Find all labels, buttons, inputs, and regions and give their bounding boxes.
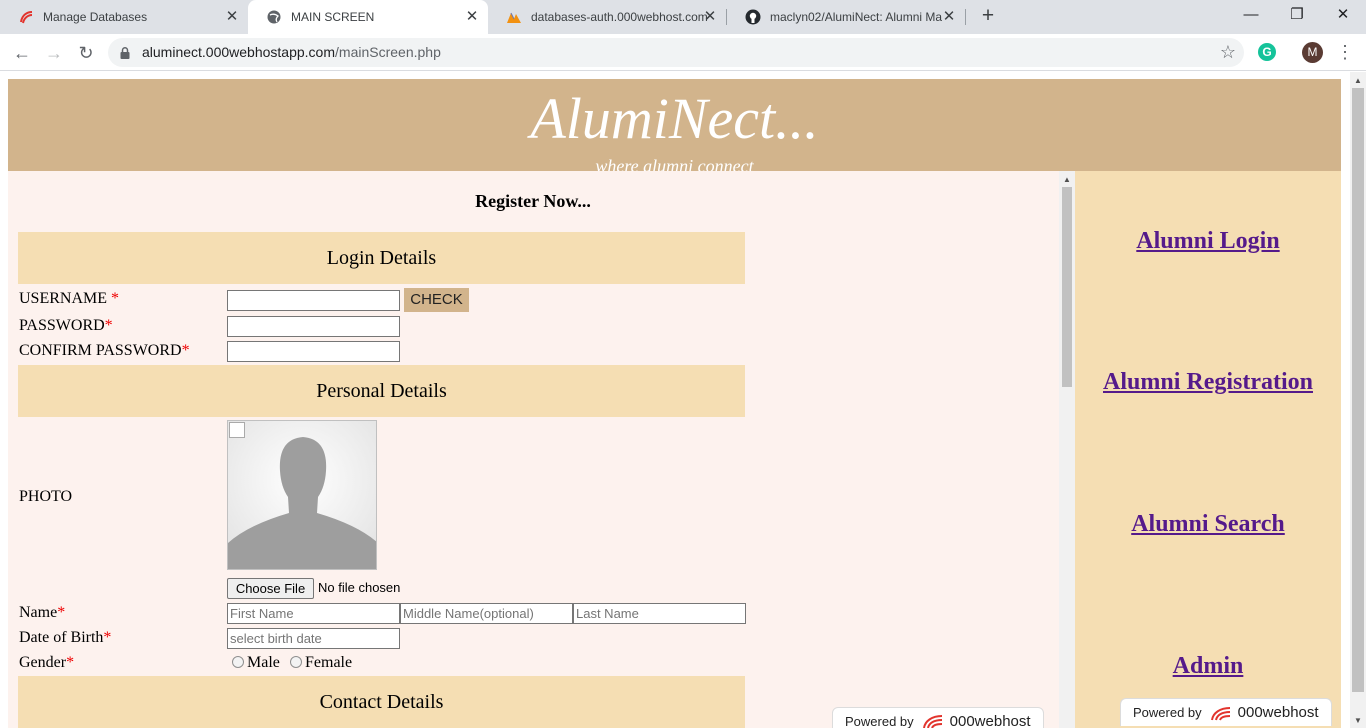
- site-title: AlumiNect...: [530, 86, 819, 151]
- first-name-input[interactable]: First Name: [227, 603, 400, 624]
- close-window-button[interactable]: ✕: [1320, 0, 1366, 30]
- confirm-password-label: CONFIRM PASSWORD*: [19, 342, 190, 359]
- github-icon: [745, 9, 761, 25]
- required-mark: *: [57, 604, 66, 621]
- alumni-registration-link[interactable]: Alumni Registration: [1075, 369, 1341, 396]
- new-tab-button[interactable]: +: [977, 5, 999, 27]
- personal-details-header: Personal Details: [18, 365, 745, 417]
- scroll-thumb[interactable]: [1352, 88, 1364, 692]
- admin-link[interactable]: Admin: [1075, 653, 1341, 680]
- lock-icon: [120, 46, 130, 59]
- reload-button[interactable]: ↻: [73, 40, 99, 66]
- close-tab-icon[interactable]: ✕: [702, 9, 718, 25]
- forward-button[interactable]: →: [41, 40, 67, 66]
- required-mark: *: [66, 654, 75, 671]
- gender-label: Gender*: [19, 654, 75, 671]
- password-label: PASSWORD*: [19, 317, 113, 334]
- tab-phpmyadmin[interactable]: databases-auth.000webhost.com ✕: [488, 0, 726, 34]
- frame-scrollbar[interactable]: ▲: [1059, 171, 1075, 728]
- close-tab-icon[interactable]: ✕: [941, 9, 957, 25]
- url-path: /mainScreen.php: [335, 44, 441, 60]
- dob-label: Date of Birth*: [19, 629, 112, 646]
- tab-title: maclyn02/AlumiNect: Alumni Ma: [770, 10, 942, 24]
- confirm-password-input[interactable]: [227, 341, 400, 362]
- gender-male-radio[interactable]: [232, 656, 244, 668]
- powered-by-badge[interactable]: Powered by 000webhost: [832, 707, 1044, 728]
- register-heading: Register Now...: [475, 191, 591, 211]
- name-label: Name*: [19, 604, 66, 621]
- powered-by-text: Powered by: [1133, 705, 1202, 720]
- required-mark: *: [111, 290, 120, 307]
- required-mark: *: [103, 629, 112, 646]
- scroll-thumb[interactable]: [1062, 187, 1072, 387]
- sidebar-nav: Alumni Login Alumni Registration Alumni …: [1075, 171, 1341, 728]
- browser-menu-icon[interactable]: ⋮: [1336, 41, 1354, 63]
- dob-input[interactable]: select birth date: [227, 628, 400, 649]
- tab-github[interactable]: maclyn02/AlumiNect: Alumni Ma ✕: [727, 0, 965, 34]
- browser-toolbar: ← → ↻ aluminect.000webhostapp.com/mainSc…: [0, 34, 1366, 71]
- username-label: USERNAME *: [19, 290, 120, 307]
- registration-frame: Register Now... Login Details USERNAME *…: [8, 171, 1075, 728]
- powered-by-badge[interactable]: Powered by 000webhost: [1120, 698, 1332, 726]
- tab-manage-databases[interactable]: Manage Databases ✕: [0, 0, 248, 34]
- file-status: No file chosen: [318, 580, 401, 595]
- required-mark: *: [181, 342, 190, 359]
- contact-details-header: Contact Details: [18, 676, 745, 728]
- powered-by-text: Powered by: [845, 713, 914, 728]
- check-username-button[interactable]: CHECK: [404, 288, 469, 312]
- photo-label: PHOTO: [19, 488, 73, 505]
- close-tab-icon[interactable]: ✕: [464, 9, 480, 25]
- middle-name-input[interactable]: Middle Name(optional): [400, 603, 573, 624]
- person-silhouette-icon: [228, 437, 376, 569]
- brand-text: 000webhost: [949, 712, 1031, 728]
- url-text: aluminect.000webhostapp.com/mainScreen.p…: [142, 44, 441, 60]
- password-input[interactable]: [227, 316, 400, 337]
- 000webhost-logo-icon: [1210, 706, 1230, 720]
- bookmark-star-icon[interactable]: ☆: [1220, 42, 1236, 63]
- scroll-up-arrow-icon[interactable]: ▲: [1354, 76, 1362, 85]
- tab-main-screen[interactable]: MAIN SCREEN ✕: [248, 0, 488, 34]
- profile-avatar[interactable]: M: [1302, 42, 1323, 63]
- brand-text: 000webhost: [1237, 704, 1319, 721]
- tab-title: databases-auth.000webhost.com: [531, 10, 707, 24]
- scroll-up-arrow-icon[interactable]: ▲: [1063, 175, 1071, 184]
- required-mark: *: [104, 317, 113, 334]
- choose-file-button[interactable]: Choose File: [227, 578, 314, 599]
- minimize-button[interactable]: —: [1228, 0, 1274, 30]
- alumni-search-link[interactable]: Alumni Search: [1075, 511, 1341, 538]
- address-bar[interactable]: aluminect.000webhostapp.com/mainScreen.p…: [108, 38, 1244, 67]
- 000webhost-icon: [18, 9, 34, 25]
- phpmyadmin-icon: [506, 9, 522, 25]
- back-button[interactable]: ←: [9, 40, 35, 66]
- gender-female-radio[interactable]: [290, 656, 302, 668]
- last-name-input[interactable]: Last Name: [573, 603, 746, 624]
- page-scrollbar[interactable]: ▲ ▼: [1350, 72, 1366, 728]
- globe-icon: [266, 9, 282, 25]
- url-host: aluminect.000webhostapp.com: [142, 44, 336, 60]
- tab-separator: [965, 9, 966, 25]
- profile-photo-placeholder: [227, 420, 377, 570]
- page-viewport: AlumiNect... where alumni connect Regist…: [0, 72, 1366, 728]
- 000webhost-logo-icon: [922, 715, 942, 728]
- close-tab-icon[interactable]: ✕: [224, 9, 240, 25]
- browser-tab-strip: Manage Databases ✕ MAIN SCREEN ✕ databas…: [0, 0, 1366, 34]
- scroll-down-arrow-icon[interactable]: ▼: [1354, 716, 1362, 725]
- grammarly-extension-icon[interactable]: G: [1258, 43, 1276, 61]
- site-header: AlumiNect... where alumni connect: [8, 79, 1341, 176]
- broken-image-icon: [229, 422, 245, 438]
- gender-male-label: Male: [247, 654, 280, 671]
- gender-female-label: Female: [305, 654, 353, 671]
- login-details-header: Login Details: [18, 232, 745, 284]
- tab-title: MAIN SCREEN: [291, 10, 375, 24]
- restore-button[interactable]: ❐: [1274, 0, 1320, 30]
- alumni-login-link[interactable]: Alumni Login: [1075, 228, 1341, 255]
- username-input[interactable]: [227, 290, 400, 311]
- tab-title: Manage Databases: [43, 10, 148, 24]
